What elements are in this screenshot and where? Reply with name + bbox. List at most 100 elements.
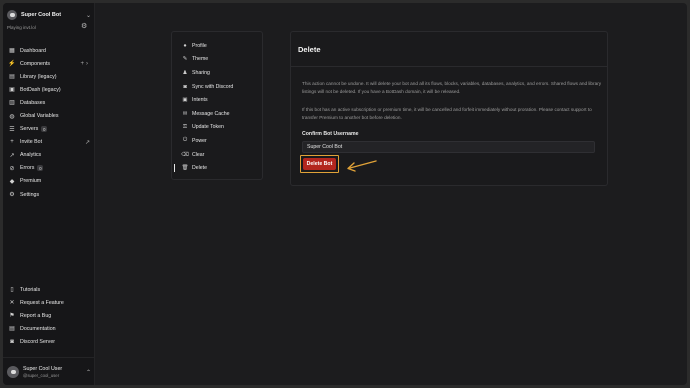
- sidebar-bottom-nav: ▯ Tutorials ✕ Request a Feature ⚑ Report…: [6, 283, 92, 348]
- globe-icon: ◍: [9, 113, 15, 120]
- bot-switcher[interactable]: Super Cool Bot ⌄: [7, 8, 91, 22]
- sidebar-item-servers[interactable]: ☰ Servers 0: [6, 123, 92, 136]
- sidebar-item-discord-server[interactable]: ◙ Discord Server: [6, 335, 92, 348]
- sync-icon: ◙: [183, 83, 187, 90]
- bot-avatar: [7, 10, 17, 20]
- sidebar-item-premium[interactable]: ◆ Premium: [6, 175, 92, 188]
- flag-icon: ⚑: [9, 313, 15, 320]
- gear-icon: ⚙: [9, 192, 15, 199]
- palette-icon: ✎: [182, 56, 188, 63]
- settings-item-sharing[interactable]: ♟ Sharing: [172, 66, 262, 80]
- annotation-arrow-icon: [347, 160, 377, 172]
- settings-item-intents[interactable]: ▣ Intents: [172, 93, 262, 107]
- settings-item-delete[interactable]: 🗑 Delete: [172, 161, 262, 175]
- sidebar-item-label: Global Variables: [20, 113, 59, 120]
- delete-warning-text: This action cannot be undone. It will de…: [302, 81, 602, 94]
- sidebar-item-label: Report a Bug: [20, 312, 52, 319]
- sidebar-item-invite-bot[interactable]: + Invite Bot ↗: [6, 136, 92, 149]
- book-icon: ▯: [10, 287, 14, 294]
- error-icon: ⊘: [9, 165, 15, 172]
- settings-item-message-cache[interactable]: ✉ Message Cache: [172, 107, 262, 121]
- panel-title: Delete: [298, 45, 321, 54]
- sidebar-item-report-bug[interactable]: ⚑ Report a Bug: [6, 309, 92, 322]
- settings-item-label: Intents: [192, 97, 208, 104]
- chevron-up-icon: ⌃: [85, 369, 91, 376]
- sidebar-item-label: Premium: [20, 178, 42, 185]
- bolt-icon: ⚡: [8, 61, 16, 68]
- sidebar-item-label: Tutorials: [20, 286, 41, 293]
- sidebar-item-label: Components: [20, 60, 51, 67]
- confirm-username-label: Confirm Bot Username: [302, 131, 359, 137]
- sidebar-item-library[interactable]: ▤ Library (legacy): [6, 70, 92, 83]
- bot-settings-gear-icon[interactable]: ⚙: [81, 22, 87, 30]
- sidebar-item-label: Dashboard: [20, 47, 46, 54]
- settings-item-power[interactable]: ⏻ Power: [172, 134, 262, 148]
- settings-item-label: Delete: [192, 165, 207, 172]
- chart-icon: ↗: [9, 152, 15, 159]
- sidebar-item-request-feature[interactable]: ✕ Request a Feature: [6, 296, 92, 309]
- external-link-icon: ↗: [84, 139, 90, 146]
- settings-item-label: Sharing: [192, 69, 210, 76]
- sidebar-item-tutorials[interactable]: ▯ Tutorials: [6, 283, 92, 296]
- sidebar-item-settings[interactable]: ⚙ Settings: [6, 188, 92, 201]
- sidebar-item-errors[interactable]: ⊘ Errors 0: [6, 162, 92, 175]
- sidebar-item-components[interactable]: ⚡ Components + ›: [6, 57, 92, 70]
- sidebar-item-label: Settings: [20, 191, 40, 198]
- sidebar-item-databases[interactable]: ▥ Databases: [6, 96, 92, 109]
- sidebar-nav: ▦ Dashboard ⚡ Components + › ▤ Library (…: [6, 44, 92, 201]
- doc-icon: ▤: [9, 326, 15, 333]
- profile-icon: ●: [183, 42, 187, 49]
- sidebar-item-label: Documentation: [20, 325, 56, 332]
- plus-icon: +: [10, 139, 14, 146]
- eraser-icon: ⌫: [181, 151, 189, 158]
- sidebar-item-label: Discord Server: [20, 338, 56, 345]
- sidebar-item-global-variables[interactable]: ◍ Global Variables: [6, 109, 92, 122]
- user-name: Super Cool User: [23, 366, 63, 372]
- settings-item-profile[interactable]: ● Profile: [172, 39, 262, 53]
- tools-icon: ✕: [9, 300, 15, 307]
- confirm-username-input[interactable]: Super Cool Bot: [302, 141, 595, 153]
- settings-item-label: Theme: [192, 56, 209, 63]
- sidebar-item-label: Invite Bot: [20, 139, 43, 146]
- sidebar-item-label: Request a Feature: [20, 299, 64, 306]
- settings-item-label: Sync with Discord: [192, 83, 234, 90]
- settings-menu: ● Profile ✎ Theme ♟ Sharing ◙ Sync with …: [171, 31, 263, 180]
- bot-name: Super Cool Bot: [21, 12, 62, 18]
- trash-icon: 🗑: [181, 165, 189, 172]
- settings-item-label: Profile: [192, 42, 207, 49]
- servers-count-badge: 0: [41, 126, 48, 133]
- sidebar-divider: [3, 357, 95, 358]
- key-icon: ⚿: [182, 123, 188, 130]
- discord-icon: ◙: [10, 338, 14, 345]
- server-icon: ☰: [9, 126, 15, 133]
- settings-item-update-token[interactable]: ⚿ Update Token: [172, 121, 262, 135]
- user-info: Super Cool User @super_cool_user: [23, 366, 86, 378]
- settings-item-label: Clear: [192, 151, 205, 158]
- settings-item-sync-discord[interactable]: ◙ Sync with Discord: [172, 80, 262, 94]
- settings-item-clear[interactable]: ⌫ Clear: [172, 148, 262, 162]
- grid-icon: ▦: [9, 48, 15, 55]
- terminal-icon: ▣: [9, 87, 15, 94]
- premium-icon: ◆: [9, 178, 15, 185]
- user-menu[interactable]: Super Cool User @super_cool_user ⌃: [7, 364, 91, 380]
- settings-item-label: Power: [192, 137, 207, 144]
- sidebar-item-label: Databases: [20, 99, 46, 106]
- settings-item-theme[interactable]: ✎ Theme: [172, 53, 262, 67]
- sidebar-item-label: BotDash (legacy): [20, 86, 61, 93]
- sidebar-item-dashboard[interactable]: ▦ Dashboard: [6, 44, 92, 57]
- users-icon: ♟: [182, 69, 188, 76]
- user-handle: @super_cool_user: [23, 373, 60, 378]
- delete-bot-panel: Delete This action cannot be undone. It …: [290, 31, 608, 186]
- delete-bot-button[interactable]: Delete Bot: [303, 158, 336, 170]
- sidebar-item-label: Library (legacy): [20, 73, 57, 80]
- sidebar-item-botdash[interactable]: ▣ BotDash (legacy): [6, 83, 92, 96]
- intents-icon: ▣: [182, 97, 188, 104]
- sidebar-item-analytics[interactable]: ↗ Analytics: [6, 149, 92, 162]
- sidebar: Super Cool Bot ⌄ Playing invt.lol ⚙ ▦ Da…: [3, 3, 95, 385]
- settings-item-label: Update Token: [192, 124, 224, 131]
- library-icon: ▤: [9, 74, 15, 81]
- premium-warning-text: If this bot has an active subscription o…: [302, 107, 592, 120]
- add-component-plus-icon[interactable]: +: [80, 61, 84, 67]
- chevron-right-icon[interactable]: ›: [86, 61, 88, 67]
- sidebar-item-documentation[interactable]: ▤ Documentation: [6, 322, 92, 335]
